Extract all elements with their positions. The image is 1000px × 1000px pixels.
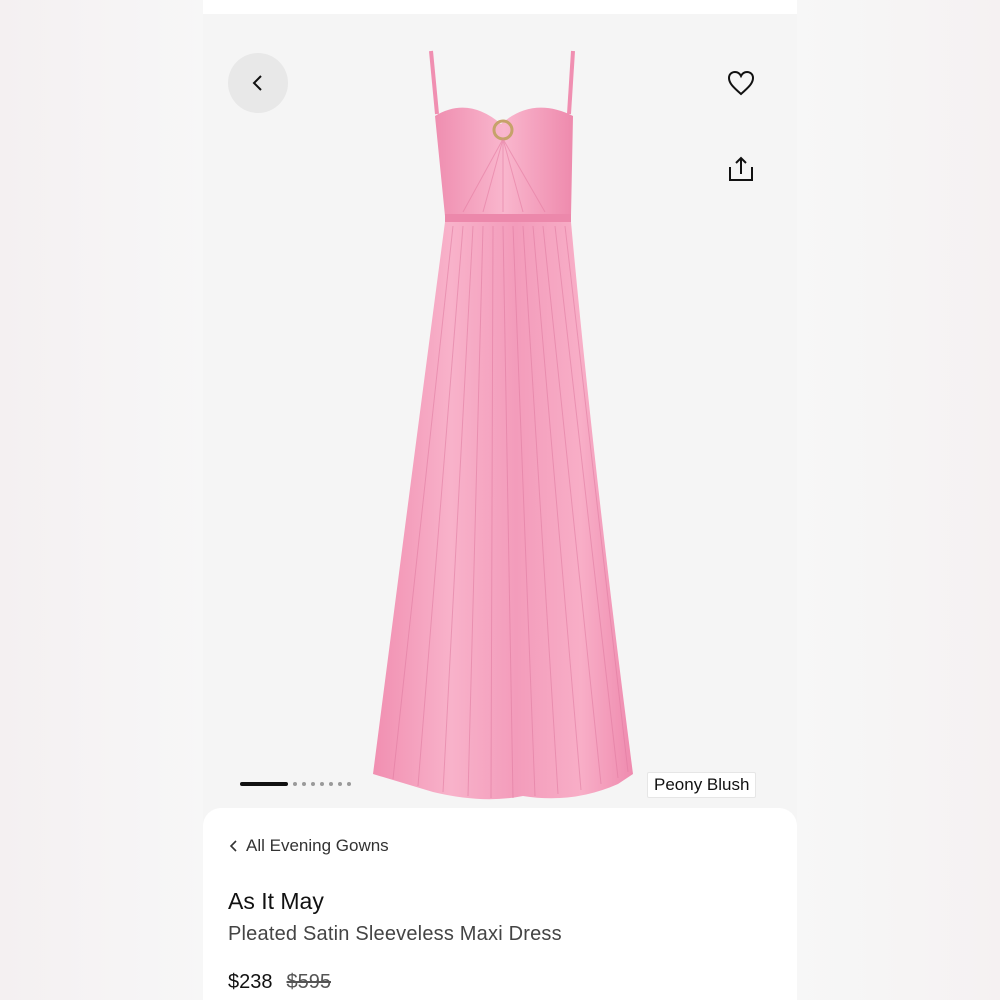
chevron-left-icon (229, 840, 237, 852)
pager-dot (338, 782, 342, 786)
price-row: $238 $595 (228, 971, 331, 994)
back-button[interactable] (228, 53, 288, 113)
sale-price: $238 (228, 971, 273, 993)
heart-icon (727, 70, 755, 96)
original-price: $595 (286, 971, 332, 993)
pager-dot (347, 782, 351, 786)
pager-dot (311, 782, 315, 786)
breadcrumb[interactable]: All Evening Gowns (228, 836, 389, 856)
product-info-panel: All Evening Gowns As It May Pleated Sati… (203, 808, 797, 1000)
breadcrumb-label: All Evening Gowns (246, 836, 389, 855)
color-label: Peony Blush (647, 772, 757, 798)
pager-dot (293, 782, 297, 786)
pager-dot (320, 782, 324, 786)
product-image-gallery[interactable]: Peony Blush (203, 14, 797, 808)
product-screen: Peony Blush All Evening Gowns As It May … (203, 0, 797, 1000)
pager-dot (329, 782, 333, 786)
share-button[interactable] (721, 149, 761, 189)
pager-dot (302, 782, 306, 786)
product-image (373, 44, 633, 804)
chevron-left-icon (252, 75, 262, 91)
background-right (797, 0, 1000, 1000)
share-icon (729, 156, 753, 181)
status-bar (203, 0, 797, 14)
pager-active-indicator (240, 782, 288, 786)
favorite-button[interactable] (721, 63, 761, 103)
product-title: Pleated Satin Sleeveless Maxi Dress (228, 923, 562, 945)
image-pager[interactable] (240, 780, 351, 788)
background-left (0, 0, 203, 1000)
brand-name[interactable]: As It May (228, 888, 324, 915)
